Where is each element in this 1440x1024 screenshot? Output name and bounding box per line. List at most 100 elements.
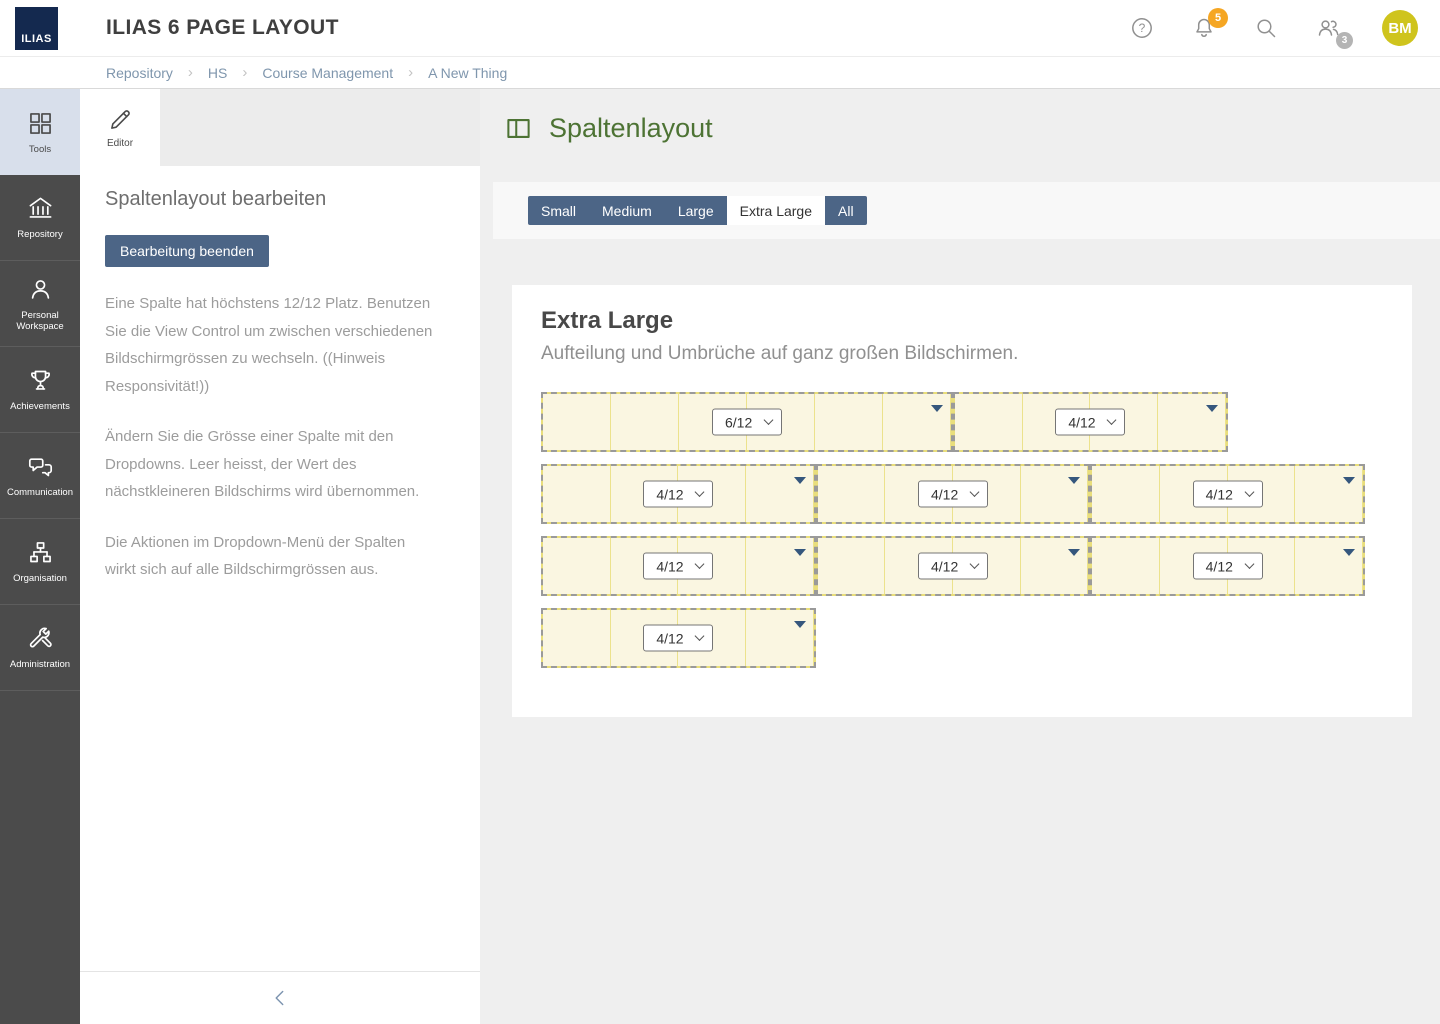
finish-editing-button[interactable]: Bearbeitung beenden: [105, 235, 269, 267]
tab-editor[interactable]: Editor: [80, 89, 160, 166]
chevron-down-icon: [970, 487, 980, 497]
chevron-down-icon: [695, 487, 705, 497]
breadcrumb-separator: ›: [408, 64, 413, 81]
collapse-panel-button[interactable]: [80, 971, 480, 1024]
column-block: 4/12: [816, 536, 1091, 596]
sidebar-item-communication[interactable]: Communication: [0, 433, 80, 519]
editor-tab-bar: Editor: [80, 89, 480, 166]
view-control-tab-small[interactable]: Small: [528, 196, 589, 225]
breadcrumb-link[interactable]: Repository: [106, 65, 173, 81]
column-menu-caret[interactable]: [931, 405, 943, 412]
column-menu-caret[interactable]: [1068, 477, 1080, 484]
sidebar-item-label: Repository: [17, 229, 62, 240]
column-menu-caret[interactable]: [794, 621, 806, 628]
editor-help-paragraph: Ändern Sie die Grösse einer Spalte mit d…: [105, 423, 440, 506]
column-block: 4/12: [953, 392, 1228, 452]
column-block: 4/12: [541, 608, 816, 668]
grid-segment: [1295, 538, 1363, 594]
column-size-value: 4/12: [656, 630, 683, 646]
breadcrumb: Repository›HS›Course Management›A New Th…: [0, 57, 1440, 89]
logo-text: ILIAS: [21, 33, 52, 45]
grid-segment: [818, 538, 886, 594]
column-menu-caret[interactable]: [1343, 549, 1355, 556]
column-grid: 6/12 4/12 4/12 4/12 4/12 4/12 4/12 4/12 4/12: [541, 392, 1365, 668]
grid-segment: [543, 610, 611, 666]
chevron-down-icon: [970, 559, 980, 569]
grid-segment: [611, 394, 679, 450]
view-control-tab-medium[interactable]: Medium: [589, 196, 665, 225]
sidebar-item-organisation[interactable]: Organisation: [0, 519, 80, 605]
svg-text:?: ?: [1139, 21, 1146, 35]
top-icon-group: ? 5 3 BM: [1092, 10, 1418, 46]
grid-segment: [1092, 538, 1160, 594]
notifications-button[interactable]: 5: [1192, 16, 1216, 40]
breadcrumb-link[interactable]: Course Management: [262, 65, 393, 81]
column-menu-caret[interactable]: [794, 549, 806, 556]
avatar[interactable]: BM: [1382, 10, 1418, 46]
sidebar-item-achievements[interactable]: Achievements: [0, 347, 80, 433]
column-menu-caret[interactable]: [794, 477, 806, 484]
repository-icon: [27, 195, 54, 222]
chevron-left-icon: [267, 985, 293, 1011]
search-button[interactable]: [1254, 16, 1278, 40]
ilias-logo[interactable]: ILIAS: [15, 7, 58, 50]
view-control-tab-large[interactable]: Large: [665, 196, 727, 225]
column-block: 4/12: [1090, 464, 1365, 524]
column-size-value: 4/12: [656, 486, 683, 502]
chevron-down-icon: [1244, 487, 1254, 497]
column-size-select[interactable]: 4/12: [643, 481, 713, 508]
column-block: 4/12: [1090, 536, 1365, 596]
column-size-select[interactable]: 4/12: [918, 481, 988, 508]
column-size-select[interactable]: 4/12: [918, 553, 988, 580]
search-icon: [1254, 16, 1278, 40]
grid-segment: [543, 466, 611, 522]
help-button[interactable]: ?: [1130, 16, 1154, 40]
page-title: Spaltenlayout: [549, 113, 713, 144]
grid-segment: [1021, 538, 1089, 594]
sidebar-item-tools[interactable]: Tools: [0, 89, 80, 175]
column-menu-caret[interactable]: [1068, 549, 1080, 556]
chevron-down-icon: [764, 415, 774, 425]
contacts-button[interactable]: 3: [1316, 16, 1340, 40]
grid-segment: [818, 466, 886, 522]
column-size-select[interactable]: 6/12: [712, 409, 782, 436]
column-menu-caret[interactable]: [1206, 405, 1218, 412]
layout-row: 6/12 4/12: [541, 392, 1365, 452]
column-menu-caret[interactable]: [1343, 477, 1355, 484]
column-size-select[interactable]: 4/12: [1193, 553, 1263, 580]
pencil-icon: [107, 107, 133, 133]
view-control-band: SmallMediumLargeExtra LargeAll: [493, 182, 1440, 239]
column-size-value: 4/12: [1206, 486, 1233, 502]
editor-help-paragraph: Die Aktionen im Dropdown-Menü der Spalte…: [105, 529, 440, 584]
page-header-title: ILIAS 6 PAGE LAYOUT: [106, 16, 339, 40]
card-title: Extra Large: [541, 307, 1412, 335]
notification-count-badge: 5: [1208, 8, 1228, 28]
column-block: 4/12: [541, 536, 816, 596]
view-control-tab-extra-large[interactable]: Extra Large: [727, 196, 825, 225]
editor-help-paragraph: Eine Spalte hat höchstens 12/12 Platz. B…: [105, 290, 440, 400]
grid-segment: [543, 394, 611, 450]
column-block: 6/12: [541, 392, 953, 452]
grid-segment: [955, 394, 1023, 450]
sidebar-item-label: Communication: [7, 487, 73, 498]
column-size-select[interactable]: 4/12: [1193, 481, 1263, 508]
column-size-value: 4/12: [931, 558, 958, 574]
avatar-initials: BM: [1388, 20, 1411, 37]
grid-segment: [746, 466, 814, 522]
column-size-select[interactable]: 4/12: [643, 625, 713, 652]
grid-segment: [543, 538, 611, 594]
layout-row: 4/12 4/12 4/12: [541, 464, 1365, 524]
sidebar-item-label: Administration: [10, 659, 70, 670]
sidebar-item-administration[interactable]: Administration: [0, 605, 80, 691]
editor-tab-label: Editor: [107, 138, 133, 149]
sidebar-item-personal-workspace[interactable]: Personal Workspace: [0, 261, 80, 347]
column-size-select[interactable]: 4/12: [643, 553, 713, 580]
breadcrumb-link[interactable]: HS: [208, 65, 227, 81]
column-size-select[interactable]: 4/12: [1055, 409, 1125, 436]
view-control-tab-all[interactable]: All: [825, 196, 867, 225]
breadcrumb-link[interactable]: A New Thing: [428, 65, 507, 81]
speech-bubbles-icon: [27, 453, 54, 480]
sidebar-item-repository[interactable]: Repository: [0, 175, 80, 261]
sidebar-item-label: Tools: [29, 144, 51, 155]
editor-slate-panel: Editor Spaltenlayout bearbeiten Bearbeit…: [80, 89, 480, 1024]
